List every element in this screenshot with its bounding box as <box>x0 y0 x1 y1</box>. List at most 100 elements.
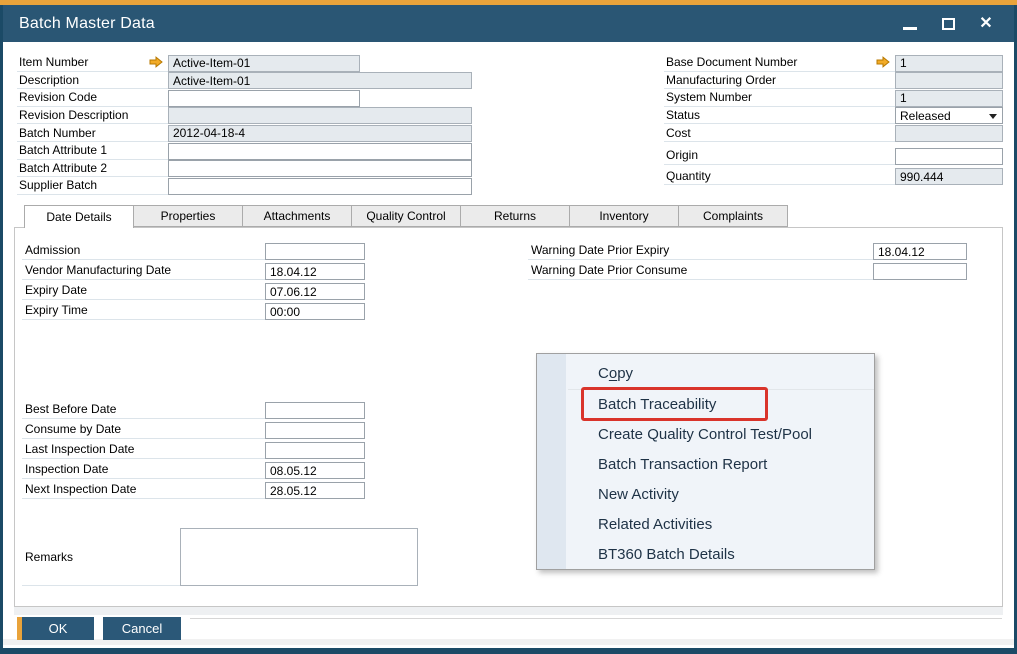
remarks-input[interactable] <box>180 528 418 586</box>
form-row: Supplier Batch <box>17 177 473 195</box>
form-row: Inspection Date08.05.12 <box>22 459 367 479</box>
origin-field[interactable] <box>895 148 1003 165</box>
manufacturing-order-field <box>895 72 1003 89</box>
form-row: Cost <box>664 124 1003 142</box>
description-label: Description <box>17 72 168 90</box>
footer-divider <box>190 618 1002 619</box>
form-row: Batch Attribute 1 <box>17 142 473 160</box>
item-number-field: Active-Item-01 <box>168 55 360 72</box>
best-before-date-field[interactable] <box>265 402 365 419</box>
date-details-inspection-group: Best Before DateConsume by DateLast Insp… <box>22 399 367 499</box>
form-row: Best Before Date <box>22 399 367 419</box>
tab-attachments[interactable]: Attachments <box>242 205 352 227</box>
expiry-date-label: Expiry Date <box>22 281 265 300</box>
revision-code-label: Revision Code <box>17 89 168 107</box>
description-field: Active-Item-01 <box>168 72 472 89</box>
warning-date-prior-expiry-label: Warning Date Prior Expiry <box>528 241 873 260</box>
minimize-icon[interactable] <box>902 16 918 32</box>
maximize-icon[interactable] <box>940 16 956 32</box>
footer-strip <box>14 607 1003 615</box>
form-row: StatusReleased <box>664 107 1003 125</box>
form-row: Item NumberActive-Item-01 <box>17 54 473 72</box>
window-border-bottom <box>0 648 1017 654</box>
form-row: Batch Attribute 2 <box>17 160 473 178</box>
system-number-label: System Number <box>664 89 895 107</box>
inspection-date-field[interactable]: 08.05.12 <box>265 462 365 479</box>
vendor-manufacturing-date-field[interactable]: 18.04.12 <box>265 263 365 280</box>
menu-item-create-quality-control-test-pool[interactable]: Create Quality Control Test/Pool <box>537 420 874 450</box>
form-row: Batch Number2012-04-18-4 <box>17 124 473 142</box>
tab-properties[interactable]: Properties <box>133 205 243 227</box>
revision-description-label: Revision Description <box>17 107 168 125</box>
date-details-left-group: AdmissionVendor Manufacturing Date18.04.… <box>22 240 367 320</box>
tab-returns[interactable]: Returns <box>460 205 570 227</box>
context-menu-items: CopyBatch TraceabilityCreate Quality Con… <box>537 358 874 570</box>
window-title: Batch Master Data <box>19 15 155 33</box>
revision-code-field[interactable] <box>168 90 360 107</box>
ok-button[interactable]: OK <box>17 617 94 640</box>
menu-item-bt360-batch-details[interactable]: BT360 Batch Details <box>537 540 874 570</box>
form-row: Warning Date Prior Consume <box>528 260 968 280</box>
revision-description-field <box>168 107 472 124</box>
chevron-down-icon[interactable] <box>989 114 997 119</box>
link-arrow-icon[interactable] <box>149 56 163 71</box>
admission-field[interactable] <box>265 243 365 260</box>
form-row: System Number1 <box>664 89 1003 107</box>
link-arrow-icon[interactable] <box>876 56 890 71</box>
close-icon[interactable]: ✕ <box>978 16 994 32</box>
last-inspection-date-label: Last Inspection Date <box>22 440 265 459</box>
supplier-batch-field[interactable] <box>168 178 472 195</box>
last-inspection-date-field[interactable] <box>265 442 365 459</box>
date-details-warning-group: Warning Date Prior Expiry18.04.12Warning… <box>528 240 968 280</box>
tab-quality-control[interactable]: Quality Control <box>351 205 461 227</box>
form-row: Revision Description <box>17 107 473 125</box>
manufacturing-order-label: Manufacturing Order <box>664 72 895 90</box>
warning-date-prior-consume-field[interactable] <box>873 263 967 280</box>
warning-date-prior-expiry-field[interactable]: 18.04.12 <box>873 243 967 260</box>
expiry-time-field[interactable]: 00:00 <box>265 303 365 320</box>
item-number-label: Item Number <box>17 54 168 72</box>
form-row: Quantity990.444 <box>664 168 1003 186</box>
header-form-right: Base Document Number1Manufacturing Order… <box>664 54 1003 185</box>
menu-item-batch-transaction-report[interactable]: Batch Transaction Report <box>537 450 874 480</box>
expiry-date-field[interactable]: 07.06.12 <box>265 283 365 300</box>
cancel-button[interactable]: Cancel <box>103 617 181 640</box>
form-row: Base Document Number1 <box>664 54 1003 72</box>
system-number-field: 1 <box>895 90 1003 107</box>
cost-label: Cost <box>664 124 895 142</box>
batch-attribute-1-field[interactable] <box>168 143 472 160</box>
tab-date-details[interactable]: Date Details <box>24 205 134 228</box>
menu-item-related-activities[interactable]: Related Activities <box>537 510 874 540</box>
form-row: Expiry Date07.06.12 <box>22 280 367 300</box>
status-field[interactable]: Released <box>895 107 1003 124</box>
form-row: Revision Code <box>17 89 473 107</box>
batch-number-field: 2012-04-18-4 <box>168 125 472 142</box>
vendor-manufacturing-date-label: Vendor Manufacturing Date <box>22 261 265 280</box>
menu-item-batch-traceability[interactable]: Batch Traceability <box>537 390 874 420</box>
form-row: Expiry Time00:00 <box>22 300 367 320</box>
menu-item-copy[interactable]: Copy <box>537 358 874 389</box>
consume-by-date-field[interactable] <box>265 422 365 439</box>
form-row: Admission <box>22 240 367 260</box>
window-border-left <box>0 5 3 654</box>
titlebar: Batch Master Data ✕ <box>3 5 1014 42</box>
best-before-date-label: Best Before Date <box>22 400 265 419</box>
batch-attribute-2-label: Batch Attribute 2 <box>17 160 168 178</box>
menu-item-new-activity[interactable]: New Activity <box>537 480 874 510</box>
tab-inventory[interactable]: Inventory <box>569 205 679 227</box>
batch-attribute-2-field[interactable] <box>168 160 472 177</box>
form-row: Warning Date Prior Expiry18.04.12 <box>528 240 968 260</box>
cost-field <box>895 125 1003 142</box>
form-row: Vendor Manufacturing Date18.04.12 <box>22 260 367 280</box>
batch-attribute-1-label: Batch Attribute 1 <box>17 142 168 160</box>
next-inspection-date-field[interactable]: 28.05.12 <box>265 482 365 499</box>
tab-complaints[interactable]: Complaints <box>678 205 788 227</box>
window-controls: ✕ <box>902 16 998 32</box>
quantity-label: Quantity <box>664 168 895 186</box>
base-document-number-field: 1 <box>895 55 1003 72</box>
warning-date-prior-consume-label: Warning Date Prior Consume <box>528 261 873 280</box>
form-row: Last Inspection Date <box>22 439 367 459</box>
status-label: Status <box>664 107 895 125</box>
next-inspection-date-label: Next Inspection Date <box>22 480 265 499</box>
supplier-batch-label: Supplier Batch <box>17 177 168 195</box>
